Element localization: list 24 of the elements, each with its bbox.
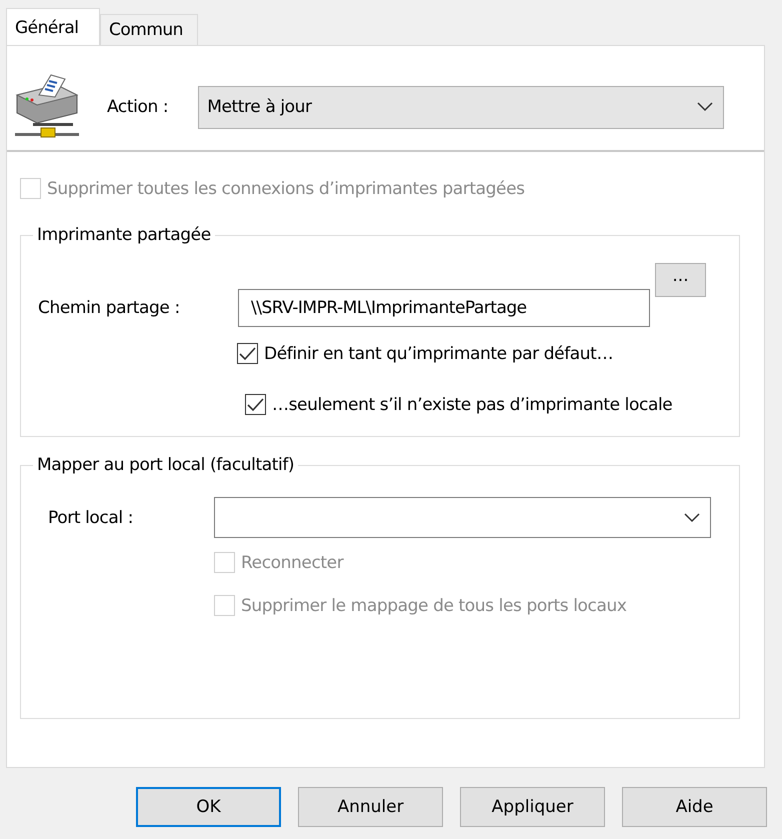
checkbox-label: Supprimer toutes les connexions d’imprimantes partagées: [47, 178, 525, 198]
dialog-button[interactable]: Aide: [622, 787, 767, 827]
dialog-button[interactable]: Annuler: [298, 787, 443, 827]
action-label: Action :: [107, 97, 168, 117]
dialog-button[interactable]: Appliquer: [460, 787, 605, 827]
dialog-button[interactable]: OK: [136, 787, 281, 827]
port-label: Port local :: [48, 508, 134, 528]
checkbox-label: Supprimer le mappage de tous les ports locaux: [241, 596, 627, 616]
chevron-down-icon: [697, 102, 714, 112]
port-dropdown[interactable]: [214, 497, 711, 538]
checkbox[interactable]: [237, 343, 258, 364]
checkbox-label: Définir en tant qu’imprimante par défaut…: [264, 344, 614, 364]
tab[interactable]: Commun: [100, 14, 198, 45]
action-dropdown[interactable]: Mettre à jour: [198, 86, 724, 128]
chevron-down-icon: [684, 512, 700, 522]
path-field[interactable]: \\SRV-IMPR-ML\ImprimantePartage: [238, 289, 650, 327]
checkbox-label: Reconnecter: [241, 552, 344, 572]
tab[interactable]: Général: [6, 8, 100, 46]
path-label: Chemin partage :: [38, 298, 181, 318]
checkbox-label: …seulement s’il n’existe pas d’imprimante locale: [272, 394, 672, 414]
checkbox[interactable]: [245, 394, 266, 415]
group-title: Imprimante partagée: [36, 225, 212, 245]
browse-button[interactable]: ...: [655, 263, 706, 297]
group-title: Mapper au port local (facultatif): [36, 455, 296, 475]
